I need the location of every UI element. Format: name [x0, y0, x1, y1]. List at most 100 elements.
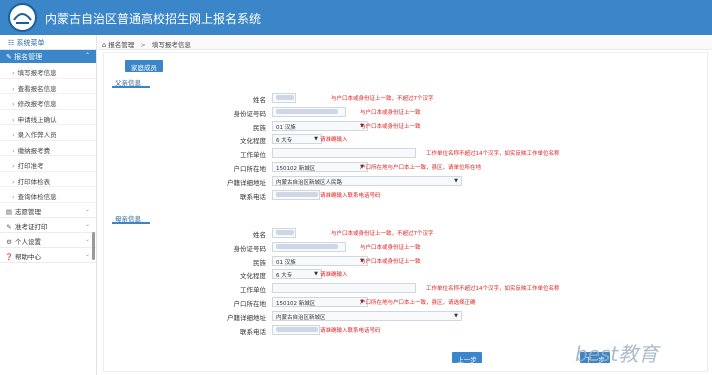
- text-field[interactable]: [272, 148, 416, 159]
- dropdown-arrow-icon: ▼: [454, 177, 458, 184]
- text-field[interactable]: [272, 283, 416, 294]
- sidebar-item-label: 打印准考: [17, 162, 44, 170]
- chevron-down-icon: ⌄: [84, 250, 90, 258]
- select-value: 6 大专: [276, 138, 293, 145]
- field-label: 文化程度: [240, 272, 266, 281]
- field-hint: 工作单位名称不超过14个汉字，如实反映工作单位名称: [426, 286, 560, 293]
- field-label: 身份证号码: [233, 109, 267, 118]
- help-icon: ❓: [5, 252, 14, 261]
- field-label: 文化程度: [240, 137, 266, 146]
- field-hint: 工作单位名称不超过14个汉字，如实反映工作单位名称: [426, 151, 560, 158]
- sidebar-menu-print[interactable]: ✎ 准考证打印 ⌄: [0, 218, 96, 233]
- field-hint: 与户口本或身份证上一致: [360, 123, 421, 130]
- sidebar-item-edit-info[interactable]: 修改报考信息: [0, 94, 96, 110]
- sidebar-head: ☷ 系统菜单: [0, 35, 96, 50]
- field-label: 联系电话: [240, 192, 266, 201]
- sidebar-item-label: 缴纳报考费: [17, 146, 51, 155]
- select-field[interactable]: 6 大专 ▼: [272, 269, 322, 280]
- sidebar-menu-label: 帮助中心: [15, 252, 41, 261]
- field-label: 姓名: [253, 96, 266, 104]
- select-value: 150102 新城区: [276, 301, 316, 307]
- text-field[interactable]: [272, 228, 296, 238]
- breadcrumb-root[interactable]: 报名管理: [108, 41, 134, 49]
- logo-icon: [8, 3, 37, 32]
- text-field[interactable]: [272, 324, 320, 335]
- select-value: 150102 新城区: [276, 166, 316, 172]
- field-hint: 与户口本或身份证上一致，不超过7个汉字: [331, 96, 434, 102]
- field-hint: 请准确输入联系电话号码: [320, 327, 381, 334]
- field-hint: 户口所在地与户口本上一致，县区，请选择正确: [360, 300, 476, 306]
- sidebar-item-print-medical[interactable]: 打印体检表: [0, 172, 96, 187]
- text-field[interactable]: [272, 106, 346, 117]
- sidebar-scroll-handle[interactable]: [92, 232, 95, 260]
- dropdown-arrow-icon: ▼: [314, 136, 318, 143]
- dropdown-arrow-icon: ▼: [314, 271, 318, 278]
- sidebar-menu-volunteer[interactable]: ▤ 志愿管理 ⌄: [0, 203, 96, 218]
- field-label: 户口所在地: [233, 300, 267, 308]
- chevron-down-icon: ⌄: [84, 235, 90, 243]
- tab-family-members[interactable]: 家庭成员: [125, 60, 163, 72]
- select-field[interactable]: 01 汉族 ▼: [272, 120, 368, 131]
- list-icon: ▤: [5, 207, 13, 216]
- sidebar-group-label: 报名管理: [14, 53, 43, 61]
- sidebar-item-fill-info[interactable]: 填写报考信息: [0, 63, 96, 79]
- field-label: 身份证号码: [233, 244, 267, 253]
- breadcrumb-separator: >: [140, 41, 146, 49]
- field-label: 民族: [253, 123, 266, 132]
- text-field[interactable]: [272, 93, 296, 103]
- field-hint: 请准确输入联系电话号码: [320, 192, 381, 199]
- sidebar-item-enter-persons[interactable]: 录入作弊人员: [0, 125, 96, 141]
- select-field[interactable]: 150102 新城区 ▼: [272, 162, 368, 172]
- sidebar-item-label: 查看报名信息: [17, 84, 57, 93]
- redacted-value: [276, 230, 294, 235]
- app-title: 内蒙古自治区普通高校招生网上报名系统: [45, 12, 262, 26]
- text-field[interactable]: [272, 241, 346, 252]
- field-label: 工作单位: [240, 151, 266, 160]
- sidebar-item-view-info[interactable]: 查看报名信息: [0, 79, 96, 94]
- field-label: 户口所在地: [233, 165, 267, 173]
- select-field[interactable]: 150102 新城区 ▼: [272, 297, 368, 307]
- home-icon: ⌂: [102, 41, 107, 49]
- chevron-up-icon: ⌃: [84, 52, 90, 59]
- field-hint: 与户口本或身份证上一致: [360, 244, 421, 251]
- select-field[interactable]: 6 大专 ▼: [272, 134, 322, 145]
- select-field[interactable]: 01 汉族 ▼: [272, 255, 368, 266]
- field-label: 姓名: [253, 231, 266, 239]
- redacted-value: [276, 108, 338, 114]
- sidebar-item-query-medical[interactable]: 查询体检信息: [0, 187, 96, 203]
- sidebar-item-label: 修改报考信息: [17, 100, 57, 108]
- dropdown-arrow-icon: ▼: [454, 312, 458, 319]
- breadcrumb-current: 填写报考信息: [151, 41, 191, 49]
- chevron-down-icon: ⌄: [84, 205, 90, 213]
- sidebar-menu-help[interactable]: ❓ 帮助中心 ⌄: [0, 248, 96, 263]
- field-hint: 与户口本或身份证上一致: [360, 109, 421, 116]
- select-value: 6 大专: [276, 273, 293, 280]
- section-father-underline: [112, 86, 150, 88]
- sidebar-group-registration[interactable]: ✎ 报名管理 ⌃: [0, 50, 96, 63]
- sidebar-item-online-confirm[interactable]: 申请线上确认: [0, 110, 96, 125]
- select-value: 01 汉族: [276, 124, 296, 131]
- sidebar-item-label: 打印体检表: [17, 177, 51, 186]
- watermark-text: best教育: [575, 342, 659, 366]
- sidebar-item-label: 申请线上确认: [17, 115, 57, 124]
- field-hint: 与户口本或身份证上一致，不超过7个汉字: [331, 231, 434, 237]
- sidebar-item-pay-fee[interactable]: 缴纳报考费: [0, 141, 96, 156]
- chevron-down-icon: ⌄: [84, 220, 90, 228]
- select-field[interactable]: 内蒙古自治区新城区 ▼: [272, 310, 462, 321]
- edit-icon: ✎: [6, 222, 12, 231]
- field-label: 民族: [253, 258, 266, 267]
- select-field[interactable]: 内蒙古自治区新城区人民路 ▼: [272, 175, 462, 186]
- select-value: 内蒙古自治区新城区人民路: [276, 179, 343, 186]
- select-value: 01 汉族: [276, 259, 296, 266]
- field-hint: 请准确输入: [320, 137, 348, 144]
- redacted-value: [276, 243, 338, 249]
- field-label: 户籍详细地址: [227, 313, 266, 322]
- sidebar-item-label: 录入作弊人员: [17, 131, 57, 139]
- text-field[interactable]: [272, 189, 320, 200]
- gear-icon: ⚙: [6, 237, 12, 246]
- redacted-value: [276, 326, 318, 332]
- sidebar-item-print-admission[interactable]: 打印准考: [0, 156, 96, 172]
- sidebar-menu-personal[interactable]: ⚙ 个人设置 ⌄: [0, 233, 96, 248]
- prev-button[interactable]: 上一步: [452, 352, 482, 364]
- sidebar-item-label: 查询体检信息: [17, 193, 57, 201]
